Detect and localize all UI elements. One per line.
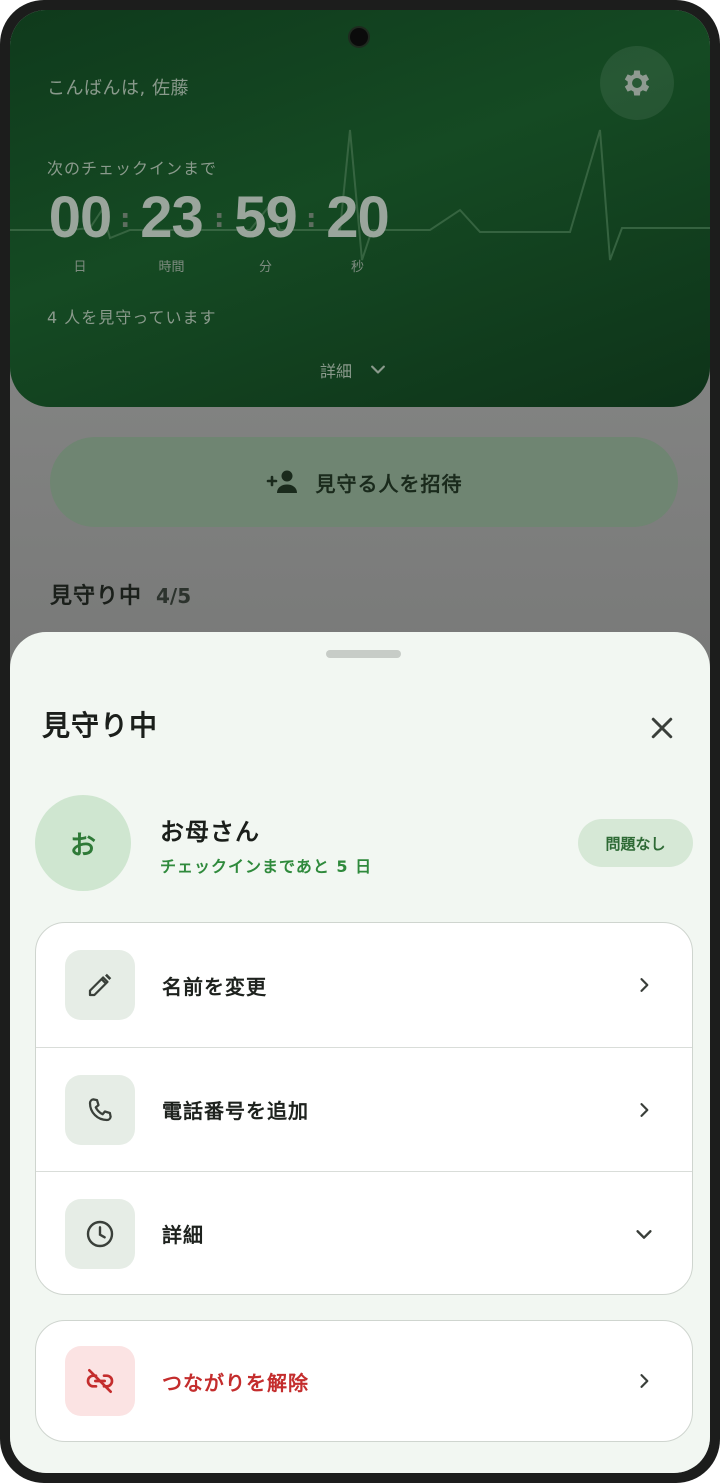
countdown-hours: 23 時間	[140, 185, 204, 276]
phone-icon	[88, 1097, 112, 1121]
disconnect-card: つながりを解除	[35, 1320, 693, 1442]
link-off-icon	[86, 1369, 114, 1393]
countdown-separator: :	[214, 204, 225, 234]
person-name: お母さん	[160, 818, 260, 846]
person-add-icon	[266, 470, 297, 493]
chevron-right-icon	[632, 973, 656, 997]
details-toggle-label: 詳細	[320, 362, 353, 381]
status-hero-card: こんばんは, 佐藤 次のチェックインまで 00 日 : 23 時間: 59 分…	[10, 10, 710, 407]
details-toggle[interactable]: 詳細	[320, 358, 388, 382]
chevron-right-icon	[632, 1098, 656, 1122]
avatar: お	[35, 795, 131, 891]
sheet-title: 見守り中	[42, 709, 159, 742]
chevron-down-icon	[632, 1222, 656, 1246]
section-header: 見守り中 4/5	[50, 578, 191, 610]
countdown-seconds: 20 秒	[326, 185, 390, 276]
disconnect-row[interactable]: つながりを解除	[36, 1321, 692, 1441]
clock-icon	[86, 1220, 114, 1247]
add-phone-label: 電話番号を追加	[162, 1099, 309, 1123]
pencil-icon	[88, 973, 112, 997]
checkin-remaining-text: チェックインまであと 5 日	[160, 857, 373, 876]
status-badge: 問題なし	[578, 819, 693, 867]
invite-button[interactable]: 見守る人を招待	[50, 437, 678, 527]
chevron-down-icon	[371, 365, 385, 374]
phone-icon-tile	[65, 1074, 135, 1145]
countdown-separator: :	[306, 204, 317, 234]
chevron-right-icon	[632, 1369, 656, 1393]
gear-icon	[624, 70, 650, 96]
settings-button[interactable]	[600, 46, 674, 120]
section-title: 見守り中	[50, 584, 143, 609]
rename-row[interactable]: 名前を変更	[36, 923, 692, 1047]
section-count: 4/5	[156, 584, 192, 608]
countdown-days: 00 日	[48, 185, 113, 276]
details-label: 詳細	[162, 1223, 204, 1247]
device-frame: こんばんは, 佐藤 次のチェックインまで 00 日 : 23 時間: 59 分…	[0, 0, 720, 1483]
watching-count-text: 4 人を見守っています	[47, 308, 217, 327]
countdown-separator: :	[120, 204, 131, 234]
rename-label: 名前を変更	[162, 974, 267, 999]
close-button[interactable]	[640, 706, 684, 750]
details-row[interactable]: 詳細	[36, 1171, 692, 1294]
bottom-sheet: 見守り中 お お母さん チェックインまであと 5 日 問題なし 名前を変更 電話…	[10, 632, 710, 1473]
camera-cutout	[350, 28, 368, 46]
countdown-minutes: 59 分	[234, 185, 298, 276]
add-phone-row[interactable]: 電話番号を追加	[36, 1047, 692, 1171]
close-icon	[651, 717, 673, 739]
invite-button-label: 見守る人を招待	[315, 471, 463, 496]
clock-icon-tile	[65, 1198, 135, 1269]
disconnect-label: つながりを解除	[162, 1370, 309, 1395]
next-checkin-label: 次のチェックインまで	[47, 159, 218, 178]
rename-icon-tile	[65, 950, 135, 1020]
greeting-text: こんばんは, 佐藤	[47, 78, 189, 99]
options-card: 名前を変更 電話番号を追加 詳細	[35, 922, 693, 1295]
drag-handle[interactable]	[326, 650, 401, 658]
link-off-icon-tile	[65, 1346, 135, 1416]
screen: こんばんは, 佐藤 次のチェックインまで 00 日 : 23 時間: 59 分…	[10, 10, 710, 1473]
